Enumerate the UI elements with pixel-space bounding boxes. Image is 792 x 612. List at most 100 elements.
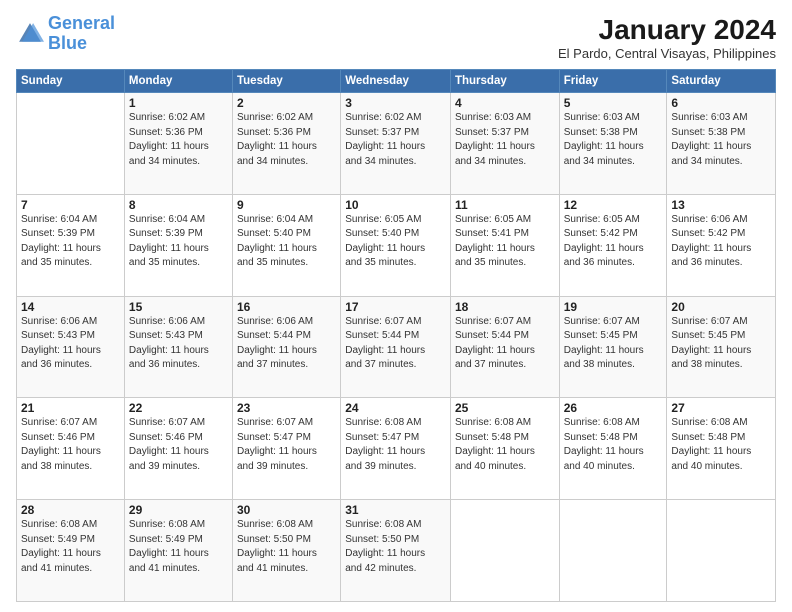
day-number: 4 [455,96,555,110]
day-info: Sunrise: 6:06 AMSunset: 5:42 PMDaylight:… [671,213,771,271]
day-info: Sunrise: 6:07 AMSunset: 5:46 PMDaylight:… [129,416,228,474]
calendar-cell: 2Sunrise: 6:02 AMSunset: 5:36 PMDaylight… [232,93,340,195]
day-number: 26 [564,401,663,415]
calendar-header-saturday: Saturday [667,70,776,93]
day-number: 12 [564,198,663,212]
day-number: 29 [129,503,228,517]
calendar-header-wednesday: Wednesday [341,70,451,93]
day-info: Sunrise: 6:08 AMSunset: 5:50 PMDaylight:… [345,518,446,576]
calendar-header-sunday: Sunday [17,70,125,93]
calendar-cell: 16Sunrise: 6:06 AMSunset: 5:44 PMDayligh… [232,296,340,398]
calendar-header-monday: Monday [124,70,232,93]
calendar-cell: 17Sunrise: 6:07 AMSunset: 5:44 PMDayligh… [341,296,451,398]
logo-line1: General [48,13,115,33]
day-info: Sunrise: 6:07 AMSunset: 5:47 PMDaylight:… [237,416,336,474]
day-number: 10 [345,198,446,212]
day-number: 1 [129,96,228,110]
day-info: Sunrise: 6:04 AMSunset: 5:39 PMDaylight:… [21,213,120,271]
day-info: Sunrise: 6:05 AMSunset: 5:41 PMDaylight:… [455,213,555,271]
day-info: Sunrise: 6:03 AMSunset: 5:38 PMDaylight:… [671,111,771,169]
day-info: Sunrise: 6:06 AMSunset: 5:43 PMDaylight:… [129,315,228,373]
location: El Pardo, Central Visayas, Philippines [558,46,776,61]
day-number: 21 [21,401,120,415]
calendar-cell: 5Sunrise: 6:03 AMSunset: 5:38 PMDaylight… [559,93,667,195]
calendar-cell [17,93,125,195]
day-number: 5 [564,96,663,110]
calendar-cell: 18Sunrise: 6:07 AMSunset: 5:44 PMDayligh… [450,296,559,398]
calendar-cell: 23Sunrise: 6:07 AMSunset: 5:47 PMDayligh… [232,398,340,500]
day-info: Sunrise: 6:07 AMSunset: 5:44 PMDaylight:… [455,315,555,373]
calendar-cell [667,500,776,602]
logo-line2: Blue [48,33,87,53]
calendar-cell: 1Sunrise: 6:02 AMSunset: 5:36 PMDaylight… [124,93,232,195]
calendar-cell: 6Sunrise: 6:03 AMSunset: 5:38 PMDaylight… [667,93,776,195]
month-year: January 2024 [558,14,776,46]
calendar-cell: 13Sunrise: 6:06 AMSunset: 5:42 PMDayligh… [667,194,776,296]
calendar-header-friday: Friday [559,70,667,93]
day-number: 15 [129,300,228,314]
calendar-cell: 21Sunrise: 6:07 AMSunset: 5:46 PMDayligh… [17,398,125,500]
day-info: Sunrise: 6:06 AMSunset: 5:43 PMDaylight:… [21,315,120,373]
day-number: 11 [455,198,555,212]
day-info: Sunrise: 6:08 AMSunset: 5:48 PMDaylight:… [564,416,663,474]
calendar-cell: 31Sunrise: 6:08 AMSunset: 5:50 PMDayligh… [341,500,451,602]
day-number: 28 [21,503,120,517]
calendar-cell [559,500,667,602]
calendar-week-row: 1Sunrise: 6:02 AMSunset: 5:36 PMDaylight… [17,93,776,195]
logo: General Blue [16,14,115,54]
day-number: 20 [671,300,771,314]
calendar-cell: 3Sunrise: 6:02 AMSunset: 5:37 PMDaylight… [341,93,451,195]
day-number: 13 [671,198,771,212]
day-number: 16 [237,300,336,314]
day-info: Sunrise: 6:07 AMSunset: 5:46 PMDaylight:… [21,416,120,474]
day-number: 22 [129,401,228,415]
calendar-week-row: 28 Sunrise: 6:08 AMSunset: 5:49 PMDayligh… [17,500,776,602]
day-info: Sunrise: 6:03 AMSunset: 5:38 PMDaylight:… [564,111,663,169]
day-number: 25 [455,401,555,415]
day-number: 7 [21,198,120,212]
day-number: 2 [237,96,336,110]
day-info: Sunrise: 6:08 AMSunset: 5:47 PMDaylight:… [345,416,446,474]
calendar-header-thursday: Thursday [450,70,559,93]
day-info: Sunrise: 6:08 AMSunset: 5:48 PMDaylight:… [671,416,771,474]
calendar-cell: 10Sunrise: 6:05 AMSunset: 5:40 PMDayligh… [341,194,451,296]
day-number: 24 [345,401,446,415]
calendar-cell: 30Sunrise: 6:08 AMSunset: 5:50 PMDayligh… [232,500,340,602]
day-info: Sunrise: 6:03 AMSunset: 5:37 PMDaylight:… [455,111,555,169]
calendar-cell: 15Sunrise: 6:06 AMSunset: 5:43 PMDayligh… [124,296,232,398]
day-info: Sunrise: 6:02 AMSunset: 5:36 PMDaylight:… [237,111,336,169]
calendar-week-row: 21Sunrise: 6:07 AMSunset: 5:46 PMDayligh… [17,398,776,500]
day-number: 19 [564,300,663,314]
day-info: Sunrise: 6:04 AMSunset: 5:40 PMDaylight:… [237,213,336,271]
header: General Blue January 2024 El Pardo, Cent… [16,14,776,61]
calendar-cell: 19Sunrise: 6:07 AMSunset: 5:45 PMDayligh… [559,296,667,398]
calendar-cell: 29Sunrise: 6:08 AMSunset: 5:49 PMDayligh… [124,500,232,602]
day-info: Sunrise: 6:08 AMSunset: 5:49 PMDaylight:… [129,518,228,576]
day-number: 17 [345,300,446,314]
calendar-cell: 7Sunrise: 6:04 AMSunset: 5:39 PMDaylight… [17,194,125,296]
day-info: Sunrise: 6:07 AMSunset: 5:45 PMDaylight:… [671,315,771,373]
day-number: 18 [455,300,555,314]
calendar-cell: 9Sunrise: 6:04 AMSunset: 5:40 PMDaylight… [232,194,340,296]
day-info: Sunrise: 6:08 AMSunset: 5:50 PMDaylight:… [237,518,336,576]
calendar-header-tuesday: Tuesday [232,70,340,93]
calendar-cell: 25Sunrise: 6:08 AMSunset: 5:48 PMDayligh… [450,398,559,500]
calendar-cell: 12Sunrise: 6:05 AMSunset: 5:42 PMDayligh… [559,194,667,296]
day-number: 14 [21,300,120,314]
day-number: 30 [237,503,336,517]
calendar-cell: 4Sunrise: 6:03 AMSunset: 5:37 PMDaylight… [450,93,559,195]
title-block: January 2024 El Pardo, Central Visayas, … [558,14,776,61]
day-number: 23 [237,401,336,415]
day-info: Sunrise: 6:02 AMSunset: 5:37 PMDaylight:… [345,111,446,169]
day-number: 9 [237,198,336,212]
calendar-cell: 11Sunrise: 6:05 AMSunset: 5:41 PMDayligh… [450,194,559,296]
day-info: Sunrise: 6:07 AMSunset: 5:44 PMDaylight:… [345,315,446,373]
calendar-week-row: 7Sunrise: 6:04 AMSunset: 5:39 PMDaylight… [17,194,776,296]
day-info: Sunrise: 6:02 AMSunset: 5:36 PMDaylight:… [129,111,228,169]
day-info: Sunrise: 6:06 AMSunset: 5:44 PMDaylight:… [237,315,336,373]
calendar-cell: 14Sunrise: 6:06 AMSunset: 5:43 PMDayligh… [17,296,125,398]
calendar-cell: 8Sunrise: 6:04 AMSunset: 5:39 PMDaylight… [124,194,232,296]
day-info: Sunrise: 6:04 AMSunset: 5:39 PMDaylight:… [129,213,228,271]
calendar-cell [450,500,559,602]
calendar-cell: 28Sunrise: 6:08 AMSunset: 5:49 PMDayligh… [17,500,125,602]
